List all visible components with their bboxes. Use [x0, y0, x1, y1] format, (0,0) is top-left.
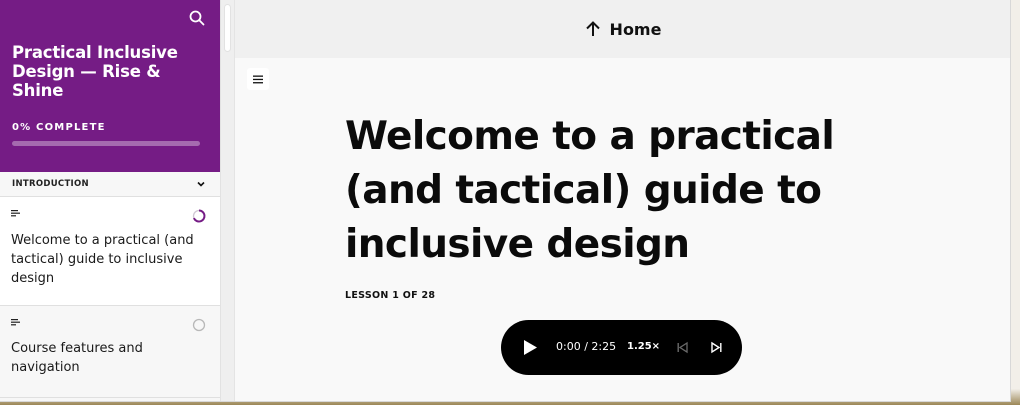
section-label: INTRODUCTION — [12, 179, 89, 189]
skip-back-icon[interactable] — [676, 341, 689, 354]
scrollbar-thumb[interactable] — [224, 4, 231, 52]
chevron-down-icon — [197, 181, 205, 187]
course-app: Practical Inclusive Design — Rise & Shin… — [0, 0, 1010, 401]
lesson-counter: LESSON 1 OF 28 — [345, 290, 436, 301]
lesson-heading: Welcome to a practical (and tactical) gu… — [345, 114, 835, 267]
audio-time: 0:00 / 2:25 — [556, 340, 617, 353]
playback-speed-button[interactable]: 1.25× — [627, 341, 660, 352]
empty-circle-icon — [192, 318, 206, 332]
lesson-title: Course features and navigation — [11, 341, 143, 375]
menu-button[interactable] — [247, 68, 269, 90]
lesson-title: Welcome to a practical (and tactical) gu… — [11, 233, 194, 286]
progress-circle-icon — [192, 209, 206, 223]
course-sidebar: Practical Inclusive Design — Rise & Shin… — [0, 0, 221, 401]
audio-player: 0:00 / 2:25 1.25× — [501, 320, 742, 375]
search-icon[interactable] — [188, 9, 206, 27]
arrow-up-icon — [585, 21, 600, 36]
progress-bar — [12, 141, 200, 146]
section-introduction[interactable]: INTRODUCTION — [0, 172, 220, 197]
sidebar-scrollbar[interactable] — [221, 0, 235, 401]
lesson-item-2[interactable]: Course features and navigation — [0, 306, 220, 398]
lesson-content: Home Welcome to a practical (and tactica… — [235, 0, 1010, 401]
lesson-item-1[interactable]: Welcome to a practical (and tactical) gu… — [0, 197, 220, 306]
text-lesson-icon — [11, 319, 20, 326]
hamburger-menu-icon — [253, 75, 263, 83]
progress-label: 0% COMPLETE — [12, 122, 106, 133]
text-lesson-icon — [11, 210, 20, 217]
home-label: Home — [609, 19, 662, 39]
course-title: Practical Inclusive Design — Rise & Shin… — [12, 43, 178, 100]
sidebar-header: Practical Inclusive Design — Rise & Shin… — [0, 0, 220, 172]
skip-forward-icon[interactable] — [710, 341, 723, 354]
play-icon[interactable] — [522, 339, 538, 356]
home-link[interactable]: Home — [235, 0, 1010, 58]
